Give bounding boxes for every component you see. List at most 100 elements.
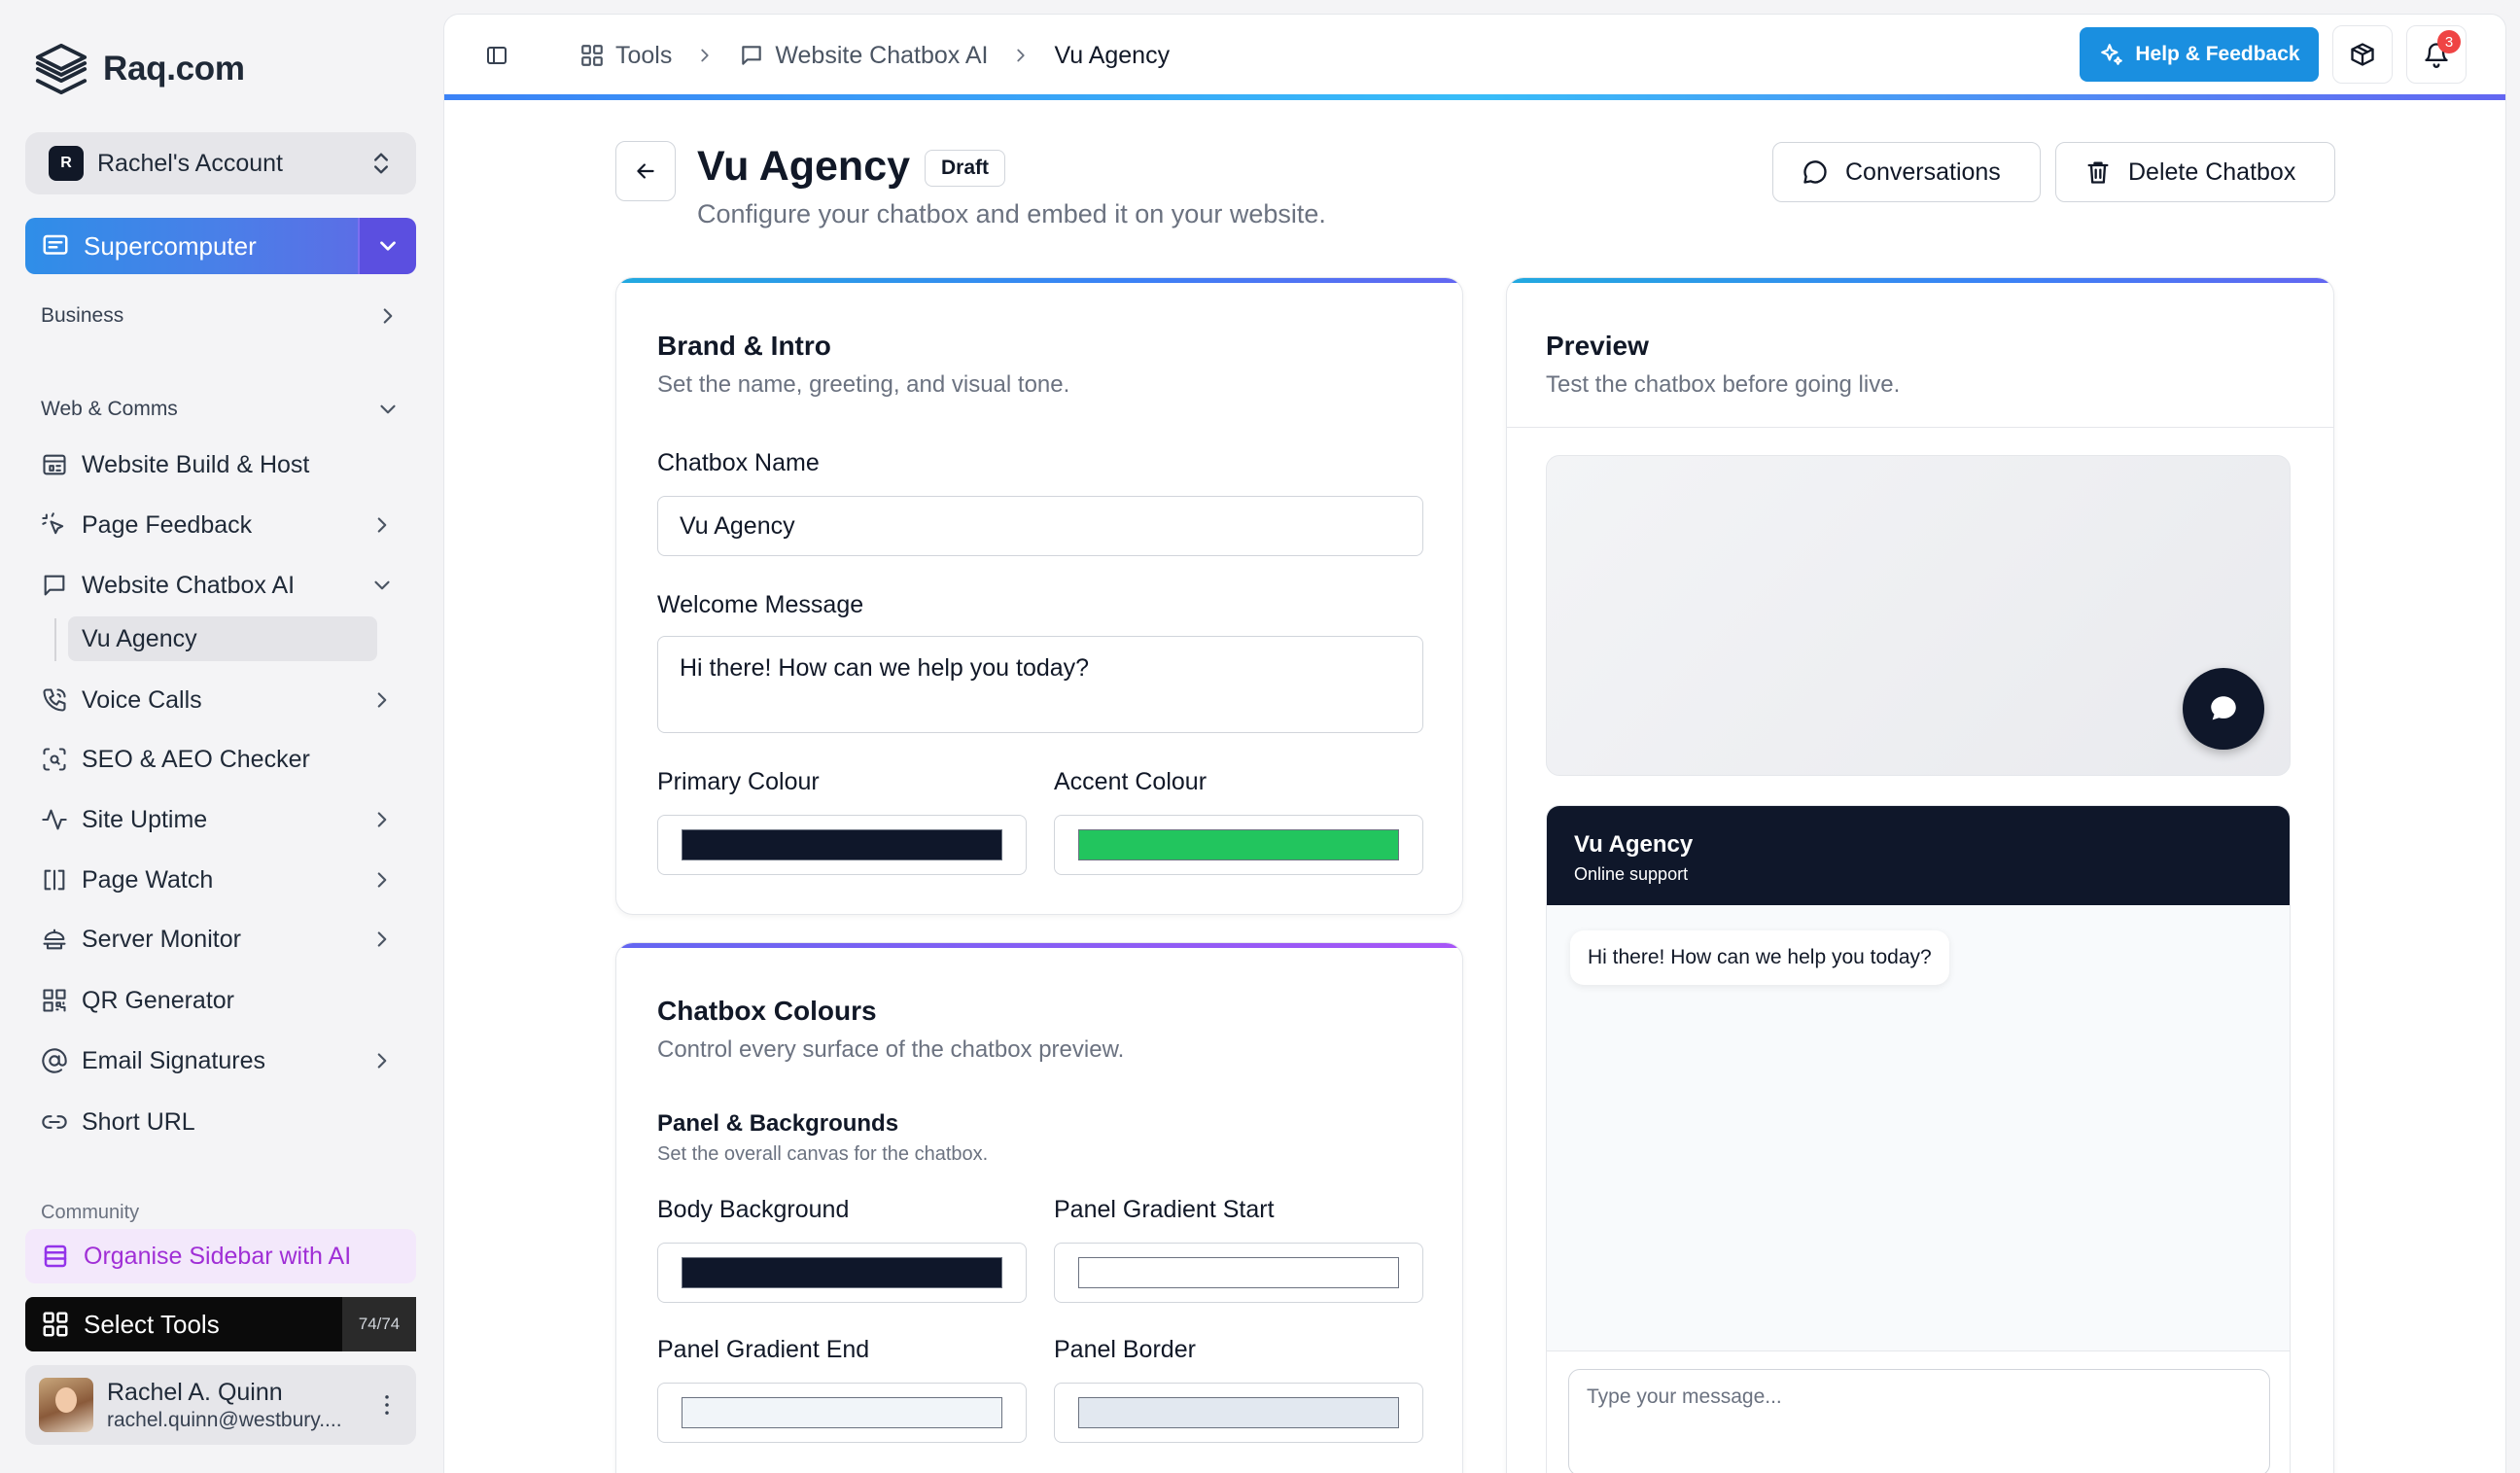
card-subtitle: Control every surface of the chatbox pre… xyxy=(657,1036,1125,1063)
sidebar-item-website-build[interactable]: Website Build & Host xyxy=(39,440,408,489)
sparkle-click-icon xyxy=(39,509,70,541)
supercomputer-button[interactable]: Supercomputer xyxy=(25,218,416,274)
body-background-label: Body Background xyxy=(657,1196,850,1223)
phone-icon xyxy=(39,684,70,716)
status-badge: Draft xyxy=(925,150,1006,187)
sidebar-item-voice-calls[interactable]: Voice Calls xyxy=(39,676,408,724)
tools-count-badge: 74/74 xyxy=(342,1297,416,1351)
sidebar-item-label: Email Signatures xyxy=(82,1046,265,1074)
chevron-right-icon xyxy=(693,44,717,67)
chat-header-name: Vu Agency xyxy=(1574,831,1694,858)
activity-icon xyxy=(39,804,70,835)
layers-logo-icon xyxy=(33,39,89,99)
sidebar-toggle-icon[interactable] xyxy=(483,42,510,69)
package-button[interactable] xyxy=(2332,25,2393,84)
section-business[interactable]: Business xyxy=(41,303,401,329)
sidebar-item-server-monitor[interactable]: Server Monitor xyxy=(39,915,408,964)
select-tools-button[interactable]: Select Tools 74/74 xyxy=(25,1297,416,1351)
delete-chatbox-button[interactable]: Delete Chatbox xyxy=(2055,142,2335,202)
chevrons-up-down-icon xyxy=(368,150,395,177)
account-label: Rachel's Account xyxy=(97,149,283,177)
qr-code-icon xyxy=(39,985,70,1016)
breadcrumb-tools[interactable]: Tools xyxy=(615,42,672,70)
chat-window-preview: Vu Agency Online support Hi there! How c… xyxy=(1546,805,2291,1473)
chevron-right-icon xyxy=(369,512,395,538)
delete-label: Delete Chatbox xyxy=(2128,158,2296,186)
accent-colour-picker[interactable] xyxy=(1054,815,1423,875)
chat-header: Vu Agency Online support xyxy=(1547,806,2290,905)
avatar xyxy=(39,1378,93,1432)
chat-launcher-button[interactable] xyxy=(2183,668,2264,750)
section-web-comms[interactable]: Web & Comms xyxy=(41,397,401,422)
panel-gradient-end-label: Panel Gradient End xyxy=(657,1336,870,1363)
account-badge: R xyxy=(49,146,84,181)
list-icon xyxy=(41,1242,70,1271)
back-button[interactable] xyxy=(615,141,676,201)
chevron-right-icon xyxy=(369,807,395,832)
divider xyxy=(1507,427,2333,428)
card-accent-bar xyxy=(616,943,1462,948)
supercomputer-main[interactable]: Supercomputer xyxy=(25,218,358,274)
card-subtitle: Test the chatbox before going live. xyxy=(1546,371,1901,398)
card-title: Preview xyxy=(1546,331,1649,361)
section-community[interactable]: Community xyxy=(41,1202,139,1223)
sidebar-item-label: SEO & AEO Checker xyxy=(82,745,310,773)
sidebar-item-seo-checker[interactable]: SEO & AEO Checker xyxy=(39,735,408,784)
organise-sidebar-button[interactable]: Organise Sidebar with AI xyxy=(25,1229,416,1283)
notification-count-badge: 3 xyxy=(2437,30,2461,53)
primary-colour-picker[interactable] xyxy=(657,815,1027,875)
accent-bar xyxy=(444,94,2505,100)
breadcrumb-website-chatbox[interactable]: Website Chatbox AI xyxy=(775,42,988,70)
sidebar-item-page-feedback[interactable]: Page Feedback xyxy=(39,501,408,549)
card-accent-bar xyxy=(616,278,1462,283)
panel-gradient-start-swatch xyxy=(1078,1257,1399,1288)
panel-border-picker[interactable] xyxy=(1054,1383,1423,1443)
brand-intro-card: Brand & Intro Set the name, greeting, an… xyxy=(615,277,1463,915)
user-profile[interactable]: Rachel A. Quinn rachel.quinn@westbury...… xyxy=(25,1365,416,1445)
sidebar-item-email-signatures[interactable]: Email Signatures xyxy=(39,1036,408,1085)
section-business-label: Business xyxy=(41,304,124,327)
select-tools-label: Select Tools xyxy=(84,1309,220,1339)
page-subtitle: Configure your chatbox and embed it on y… xyxy=(697,199,1326,228)
chevron-right-icon xyxy=(369,867,395,893)
sidebar-item-site-uptime[interactable]: Site Uptime xyxy=(39,795,408,844)
group-title: Panel & Backgrounds xyxy=(657,1110,899,1137)
main-panel: Tools Website Chatbox AI Vu Agency Help … xyxy=(443,14,2506,1473)
layout-icon xyxy=(39,449,70,480)
more-vertical-icon[interactable] xyxy=(368,1385,406,1424)
trash-icon xyxy=(2083,158,2113,187)
logo[interactable]: Raq.com xyxy=(33,39,245,99)
welcome-message-textarea[interactable]: Hi there! How can we help you today? xyxy=(657,636,1423,733)
account-switcher[interactable]: R Rachel's Account xyxy=(25,132,416,194)
card-title: Chatbox Colours xyxy=(657,996,877,1026)
section-web-comms-label: Web & Comms xyxy=(41,398,178,420)
sidebar-subitem-vu-agency[interactable]: Vu Agency xyxy=(68,616,377,661)
sidebar-item-website-chatbox[interactable]: Website Chatbox AI xyxy=(39,561,408,610)
help-feedback-button[interactable]: Help & Feedback xyxy=(2080,27,2319,82)
chevron-right-icon xyxy=(369,1048,395,1073)
supercomputer-dropdown[interactable] xyxy=(358,218,416,274)
at-sign-icon xyxy=(39,1045,70,1076)
chevron-right-icon xyxy=(1009,44,1032,67)
body-background-picker[interactable] xyxy=(657,1243,1027,1303)
chat-bubble-icon xyxy=(2207,692,2240,725)
chevron-right-icon xyxy=(375,303,401,329)
panel-gradient-start-picker[interactable] xyxy=(1054,1243,1423,1303)
package-icon xyxy=(2348,40,2377,69)
website-mock xyxy=(1546,455,2291,776)
sidebar-item-page-watch[interactable]: Page Watch xyxy=(39,856,408,904)
sidebar-item-short-url[interactable]: Short URL xyxy=(39,1098,408,1146)
chevron-down-icon xyxy=(375,233,401,259)
organise-label: Organise Sidebar with AI xyxy=(84,1242,352,1270)
panel-gradient-end-picker[interactable] xyxy=(657,1383,1027,1443)
conversations-button[interactable]: Conversations xyxy=(1772,142,2041,202)
panel-gradient-start-label: Panel Gradient Start xyxy=(1054,1196,1275,1223)
chat-message-input[interactable]: Type your message... xyxy=(1568,1369,2270,1473)
message-square-icon xyxy=(738,42,765,69)
columns-icon xyxy=(39,864,70,895)
sidebar-item-label: QR Generator xyxy=(82,986,235,1014)
sidebar-item-qr-generator[interactable]: QR Generator xyxy=(39,976,408,1025)
chatbox-name-input[interactable]: Vu Agency xyxy=(657,496,1423,556)
help-label: Help & Feedback xyxy=(2135,43,2300,65)
submenu-guide-line xyxy=(54,618,56,661)
